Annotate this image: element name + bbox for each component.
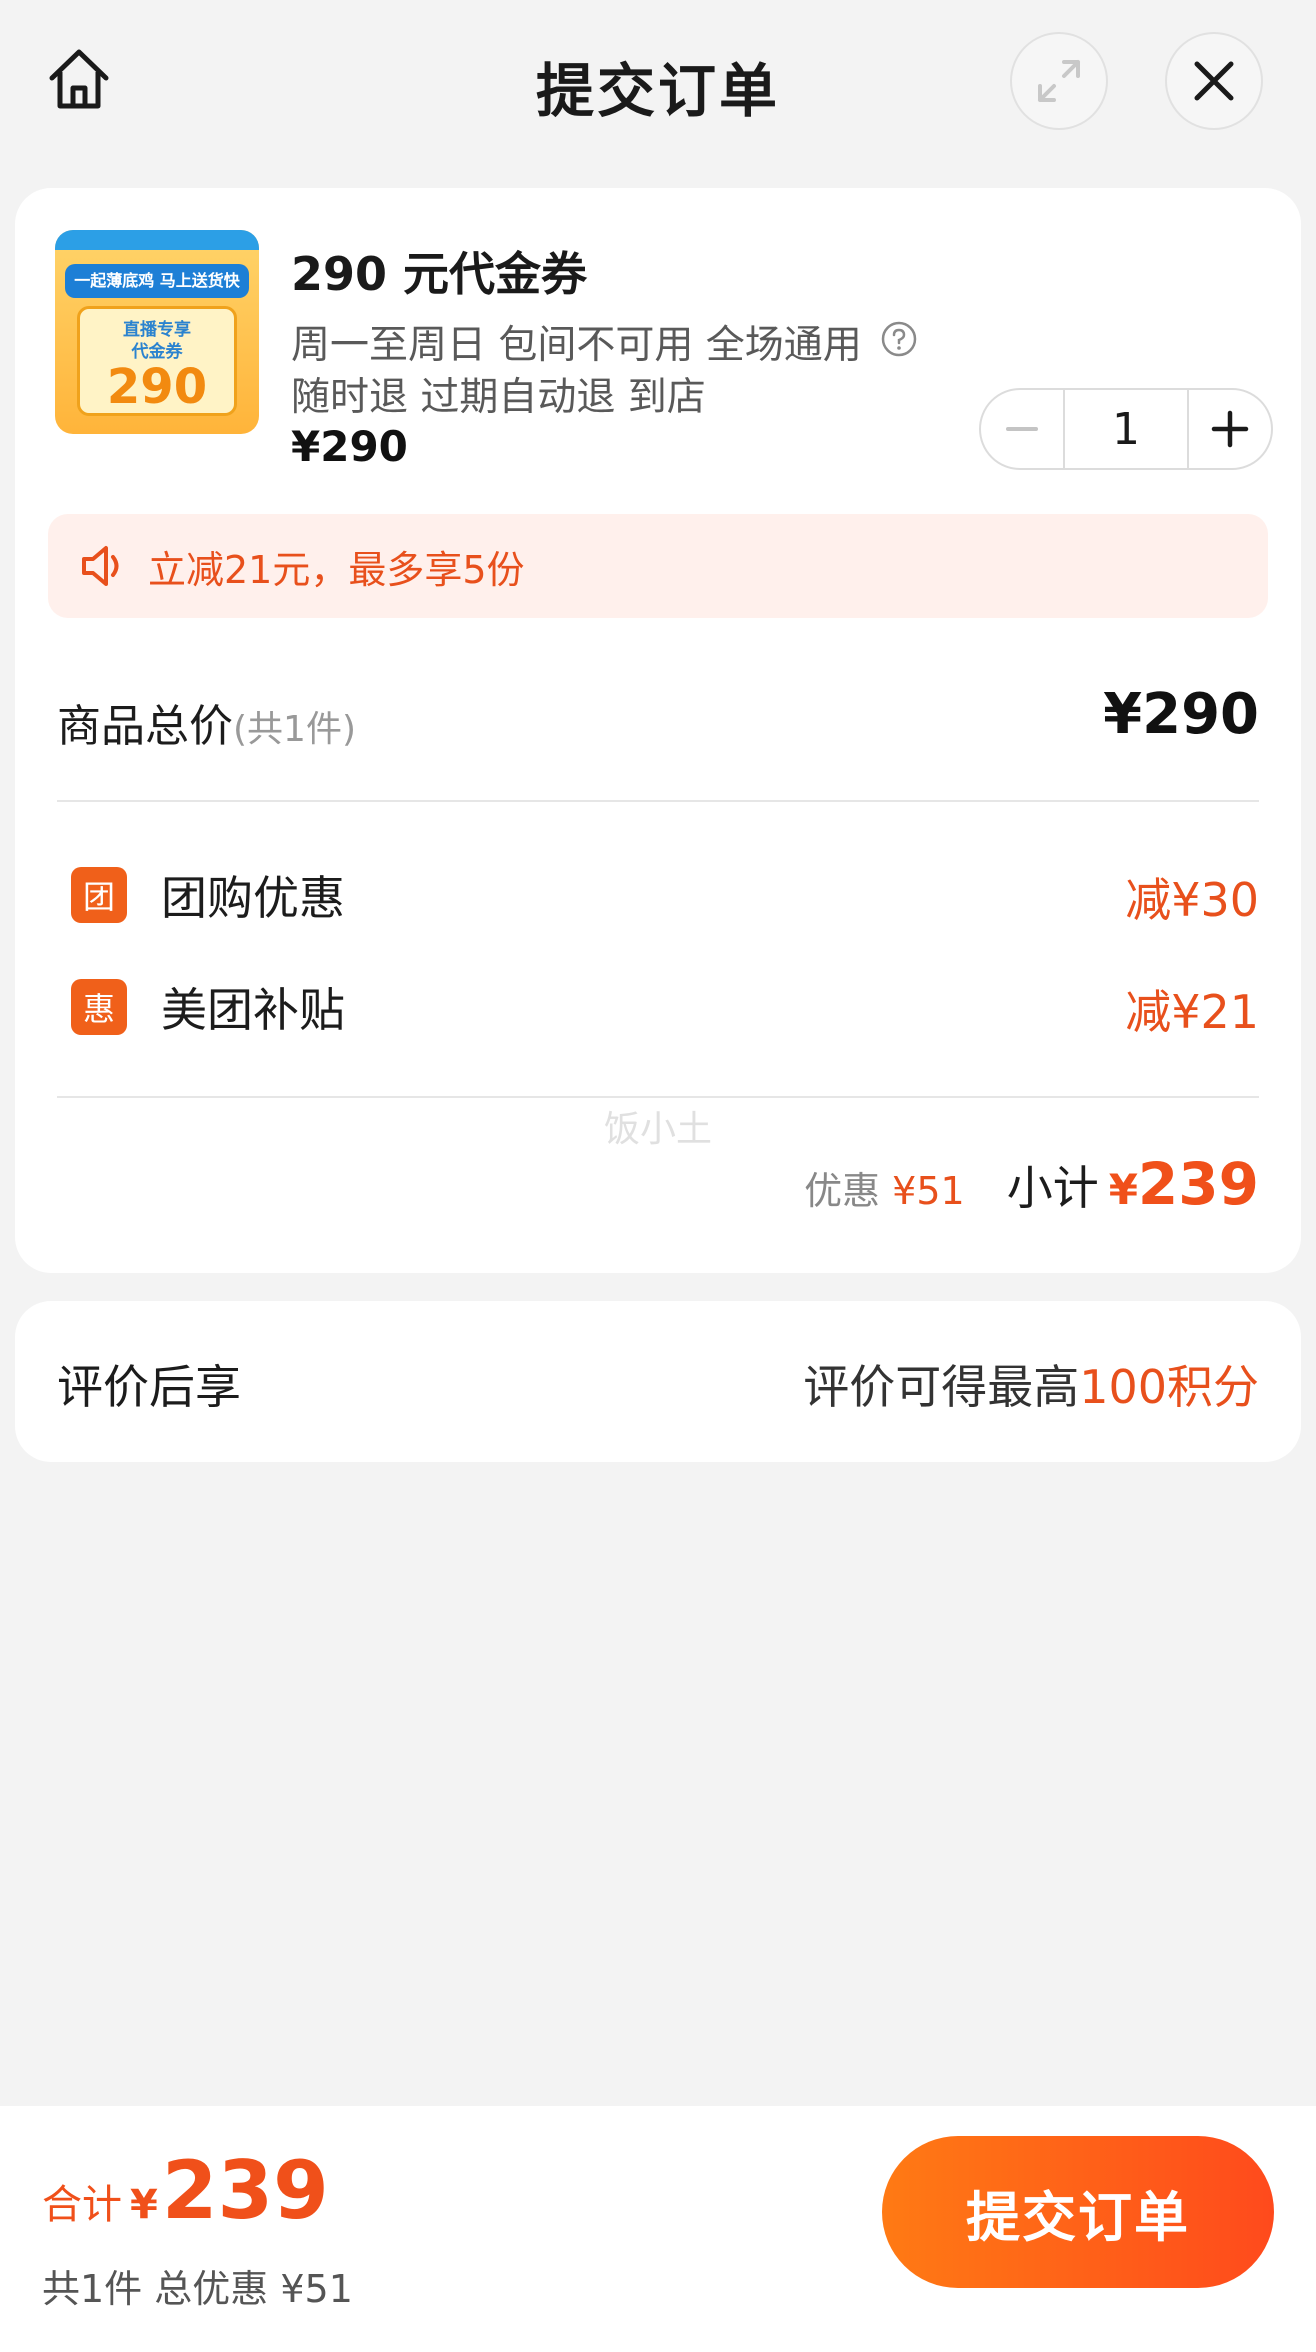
review-reward-points: 100积分 [1079, 1360, 1259, 1414]
expand-icon [1038, 60, 1080, 102]
review-reward: 评价可得最高100积分 [803, 1351, 1259, 1417]
subtotal-currency: ¥ [1108, 1165, 1138, 1214]
expand-button[interactable] [1010, 32, 1108, 130]
minus-icon [1006, 427, 1038, 431]
thumb-amount: 290 [106, 359, 208, 415]
divider [57, 1096, 1259, 1098]
thumb-top-strip [55, 230, 259, 250]
order-meta: 共1件 总优惠 ¥51 [42, 2267, 353, 2311]
quantity-stepper: 1 [979, 388, 1273, 470]
grand-total-currency: ¥ [130, 2182, 158, 2228]
speaker-icon [76, 540, 128, 592]
product-price: ¥290 [291, 422, 408, 471]
bottom-bar: 合计 ¥ 239 共1件 总优惠 ¥51 提交订单 [0, 2106, 1316, 2352]
close-icon [1194, 61, 1234, 101]
goods-total-label: 商品总价(共1件) [57, 690, 356, 754]
decrement-button[interactable] [981, 390, 1063, 468]
discount-value: 减¥21 [1125, 985, 1259, 1039]
review-label: 评价后享 [57, 1360, 241, 1414]
thumb-caption-line1: 直播专享 [123, 320, 191, 340]
review-card[interactable]: 评价后享 评价可得最高100积分 [15, 1301, 1301, 1462]
divider [57, 800, 1259, 802]
thumb-voucher: 直播专享 代金券 290 [77, 306, 237, 416]
header: 提交订单 [0, 0, 1316, 170]
group-buy-badge: 团 [71, 867, 127, 923]
watermark: 饭小土 [603, 1109, 712, 1150]
discount-total-label: 优惠 [804, 1169, 881, 1213]
promo-text: 立减21元，最多享5份 [148, 547, 525, 592]
review-reward-text: 评价可得最高 [803, 1360, 1080, 1414]
product-desc-line2: 随时退 过期自动退 到店 [291, 375, 706, 420]
discount-total-value: ¥51 [892, 1169, 965, 1213]
product-title: 290 元代金券 [291, 247, 588, 301]
goods-total-text: 商品总价 [57, 701, 233, 752]
discount-label: 团购优惠 [161, 871, 345, 925]
thumb-caption: 直播专享 代金券 [80, 319, 234, 363]
order-sheet: 提交订单 一起薄底鸡 马上送货快 直播专享 代金券 290 290 元代金券 周… [0, 0, 1316, 2352]
discount-row-subsidy: 惠 美团补贴 减¥21 [57, 970, 1259, 1040]
quantity-value[interactable]: 1 [1063, 390, 1189, 468]
grand-total-label: 合计 [42, 2182, 122, 2228]
promo-banner: 立减21元，最多享5份 [48, 514, 1268, 618]
subtotal-line: 优惠 ¥51 小计 ¥ 239 [804, 1150, 1259, 1218]
order-card: 一起薄底鸡 马上送货快 直播专享 代金券 290 290 元代金券 周一至周日 … [15, 188, 1301, 1273]
grand-total: 合计 ¥ 239 [42, 2144, 329, 2237]
increment-button[interactable] [1189, 390, 1271, 468]
product-desc-text: 周一至周日 包间不可用 全场通用 [291, 323, 862, 368]
discount-row-group-buy: 团 团购优惠 减¥30 [57, 858, 1259, 928]
page-title: 提交订单 [535, 57, 780, 125]
grand-total-value: 239 [161, 2144, 329, 2237]
subtotal-value: 239 [1137, 1150, 1259, 1218]
plus-icon [1211, 410, 1249, 448]
submit-order-button[interactable]: 提交订单 [882, 2136, 1274, 2288]
product-thumbnail[interactable]: 一起薄底鸡 马上送货快 直播专享 代金券 290 [55, 230, 259, 434]
subsidy-badge: 惠 [71, 979, 127, 1035]
subtotal-label: 小计 [1006, 1161, 1099, 1215]
discount-label: 美团补贴 [161, 983, 345, 1037]
product-desc-line1: 周一至周日 包间不可用 全场通用 [291, 314, 918, 372]
goods-total-value: ¥290 [1103, 682, 1259, 747]
discount-value: 减¥30 [1125, 873, 1259, 927]
close-button[interactable] [1165, 32, 1263, 130]
help-icon[interactable] [880, 320, 918, 368]
thumb-banner: 一起薄底鸡 马上送货快 [65, 264, 249, 298]
goods-count: (共1件) [233, 709, 356, 750]
